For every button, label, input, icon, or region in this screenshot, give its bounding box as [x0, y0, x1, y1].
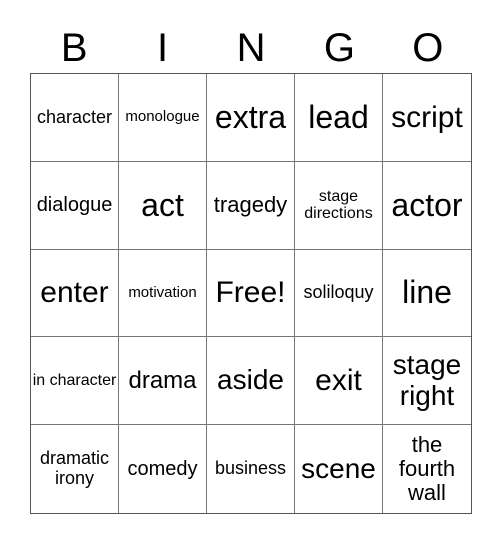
bingo-cell[interactable]: scene	[295, 425, 383, 513]
bingo-cell[interactable]: aside	[207, 337, 295, 426]
bingo-cell[interactable]: extra	[207, 74, 295, 162]
free-space[interactable]: Free!	[207, 249, 295, 338]
bingo-cell[interactable]: monologue	[119, 74, 207, 162]
bingo-cell[interactable]: stage right	[383, 337, 471, 426]
header-letter-b: B	[60, 26, 88, 70]
bingo-grid: character monologue extra lead script di…	[30, 73, 472, 514]
header-letter-n: N	[236, 26, 266, 70]
bingo-cell[interactable]: lead	[295, 74, 383, 162]
bingo-cell[interactable]: business	[207, 425, 295, 513]
bingo-cell[interactable]: line	[383, 250, 471, 338]
bingo-cell[interactable]: script	[383, 74, 471, 162]
bingo-cell[interactable]: drama	[119, 337, 207, 426]
bingo-cell[interactable]: soliloquy	[295, 249, 383, 338]
bingo-cell[interactable]: actor	[383, 162, 471, 250]
bingo-cell[interactable]: enter	[31, 249, 119, 338]
header-letter-g: G	[323, 26, 355, 70]
bingo-cell[interactable]: act	[119, 161, 207, 250]
bingo-cell[interactable]: the fourth wall	[383, 425, 471, 513]
header-letter-o: O	[412, 26, 444, 70]
bingo-header: B I N G O	[30, 26, 472, 70]
bingo-cell[interactable]: tragedy	[207, 161, 295, 250]
bingo-cell[interactable]: dialogue	[31, 161, 119, 250]
bingo-cell[interactable]: in character	[31, 337, 119, 426]
bingo-cell[interactable]: comedy	[119, 425, 207, 513]
bingo-cell[interactable]: motivation	[119, 249, 207, 338]
bingo-cell[interactable]: dramatic irony	[31, 425, 119, 513]
bingo-cell[interactable]: character	[31, 74, 119, 162]
bingo-cell[interactable]: stage directions	[295, 161, 383, 250]
bingo-cell[interactable]: exit	[295, 337, 383, 426]
header-letter-i: I	[157, 26, 169, 70]
